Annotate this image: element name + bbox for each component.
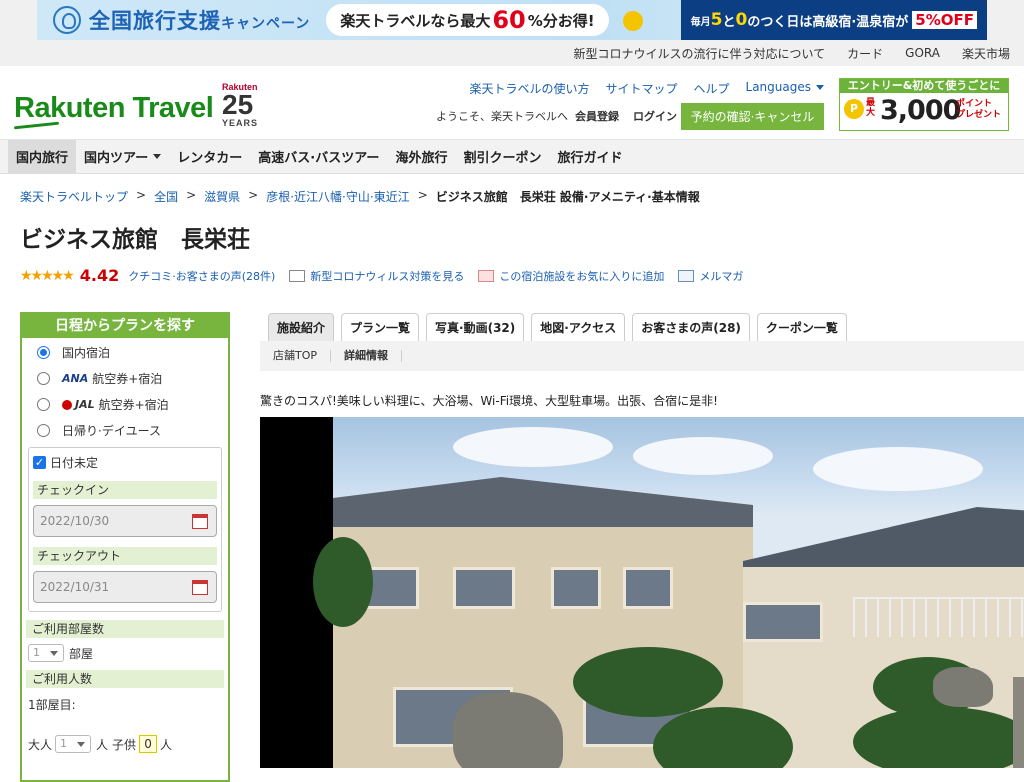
banner-discount-pill: 楽天トラベルなら最大 60 %分お得! <box>326 4 609 36</box>
rating-score: 4.42 <box>79 266 120 285</box>
checkin-label: チェックイン <box>33 481 217 499</box>
hotel-tagline: 驚きのコスパ!美味しい料理に、大浴場、Wi-Fi環境、大型駐車場。出張、合宿に是… <box>260 394 718 408</box>
register-link[interactable]: 会員登録 <box>575 108 619 124</box>
sidebar-title: 日程からプランを探す <box>22 314 228 338</box>
checkout-input[interactable]: 2022/10/31 <box>33 571 217 603</box>
mail-magazine-link[interactable]: メルマガ <box>699 268 743 284</box>
nav-domestic[interactable]: 国内旅行 <box>8 140 77 173</box>
travel-support-icon <box>53 6 81 34</box>
breadcrumb-national[interactable]: 全国 <box>154 188 178 205</box>
subnav-shop-top[interactable]: 店舗TOP <box>260 350 332 362</box>
site-header: Rakuten Travel Rakuten 25 YEARS 楽天トラベルの使… <box>0 66 1024 140</box>
banner-5-0-day: 毎月 5 と 0 のつく日は高級宿·温泉宿が 5%OFF <box>680 0 987 40</box>
nav-domestic-tour[interactable]: 国内ツアー <box>76 140 169 173</box>
rooms-select[interactable]: 1 <box>28 644 64 662</box>
radio-ana-stay[interactable]: ANA 航空券+宿泊 <box>22 365 228 391</box>
checkbox-checked-icon[interactable]: ✓ <box>33 456 46 469</box>
checkout-label: チェックアウト <box>33 547 217 565</box>
mail-icon <box>678 269 695 282</box>
radio-day-use[interactable]: 日帰り·デイユース <box>22 417 228 443</box>
calendar-icon[interactable] <box>192 514 208 529</box>
rooms-label: ご利用部屋数 <box>26 620 224 638</box>
ana-logo-icon: ANA <box>62 371 89 385</box>
checkin-input[interactable]: 2022/10/30 <box>33 505 217 537</box>
radio-button[interactable] <box>37 397 50 411</box>
campaign-banner-inner[interactable]: 全国旅行支援キャンペーン 楽天トラベルなら最大 60 %分お得! 毎月 5 と 0 のつく日… <box>37 0 987 40</box>
coin-icon <box>615 5 655 35</box>
room1-label: 1部屋目: <box>28 698 76 712</box>
tab-reviews[interactable]: お客さまの声(28) <box>632 313 750 341</box>
tab-plan-list[interactable]: プラン一覧 <box>341 313 420 341</box>
top-links: 新型コロナウイルスの流行に伴う対応について カード GORA 楽天市場 <box>0 40 1024 66</box>
radio-button[interactable] <box>37 371 50 385</box>
rakuten-travel-logo[interactable]: Rakuten Travel <box>14 92 214 125</box>
nav-coupon[interactable]: 割引クーポン <box>455 140 549 173</box>
plan-search-sidebar: 日程からプランを探す 国内宿泊 ANA 航空券+宿泊 JAL 航空券+宿泊 日帰り·… <box>20 312 230 782</box>
rooms-row: 1 部屋 <box>22 644 228 662</box>
jal-logo-icon: JAL <box>62 398 95 411</box>
date-box: ✓ 日付未定 チェックイン 2022/10/30 チェックアウト 2022/10/… <box>28 447 222 612</box>
breadcrumb-shiga[interactable]: 滋賀県 <box>204 188 240 205</box>
favorite-icon <box>478 269 495 282</box>
header-links: 楽天トラベルの使い方 サイトマップ ヘルプ Languages <box>453 80 824 97</box>
facility-tabs: 施設紹介 プラン一覧 写真·動画(32) 地図·アクセス お客さまの声(28) … <box>268 313 854 341</box>
points-promo-banner[interactable]: エントリー&初めて使うごとに P 最大 3,000 ポイント プレゼント <box>839 78 1009 131</box>
guests-row: 大人 1 人子供 0 人 <box>28 735 173 753</box>
breadcrumb-current: ビジネス旅館 長栄荘 設備·アメニティ·基本情報 <box>435 190 700 204</box>
covid-measures-link[interactable]: 新型コロナウィルス対策を見る <box>310 268 464 284</box>
covid-icon <box>289 269 306 282</box>
breadcrumb: 楽天トラベルトップ > 全国 > 滋賀県 > 彦根·近江八幡·守山·東近江 > ビジネス… <box>20 188 700 205</box>
rating-row: ★★★★★ 4.42 クチコミ·お客さまの声(28件) 新型コロナウィルス対策を… <box>20 266 743 285</box>
help-link[interactable]: ヘルプ <box>694 80 730 97</box>
banner-title: 全国旅行支援キャンペーン <box>89 9 311 33</box>
card-link[interactable]: カード <box>847 45 883 62</box>
tab-facility-intro[interactable]: 施設紹介 <box>268 313 335 341</box>
breadcrumb-area[interactable]: 彦根·近江八幡·守山·東近江 <box>266 188 409 205</box>
25-years-logo: Rakuten 25 YEARS <box>222 82 259 128</box>
reviews-link[interactable]: クチコミ·お客さまの声(28件) <box>128 268 275 284</box>
breadcrumb-top[interactable]: 楽天トラベルトップ <box>20 188 128 205</box>
how-to-use-link[interactable]: 楽天トラベルの使い方 <box>469 80 589 97</box>
nav-overseas[interactable]: 海外旅行 <box>387 140 455 173</box>
nav-guide[interactable]: 旅行ガイド <box>549 140 630 173</box>
campaign-banner[interactable]: 全国旅行支援キャンペーン 楽天トラベルなら最大 60 %分お得! 毎月 5 と 0 のつく日… <box>0 0 1024 40</box>
hotel-photo[interactable] <box>260 417 1024 768</box>
tab-coupons[interactable]: クーポン一覧 <box>756 313 847 341</box>
welcome-text: ようこそ、楽天トラベルへ <box>436 110 568 123</box>
ichiba-link[interactable]: 楽天市場 <box>962 45 1010 62</box>
tab-map[interactable]: 地図·アクセス <box>531 313 626 341</box>
radio-button[interactable] <box>37 345 50 359</box>
nav-rentacar[interactable]: レンタカー <box>169 140 250 173</box>
radio-domestic-stay[interactable]: 国内宿泊 <box>22 339 228 365</box>
nav-bus[interactable]: 高速バス·バスツアー <box>250 140 387 173</box>
radio-jal-stay[interactable]: JAL 航空券+宿泊 <box>22 391 228 417</box>
add-favorite-link[interactable]: この宿泊施設をお気に入りに追加 <box>499 268 664 284</box>
radio-button[interactable] <box>37 423 50 437</box>
adult-select[interactable]: 1 <box>55 735 92 753</box>
login-link[interactable]: ログイン <box>633 108 677 124</box>
sub-nav: 店舗TOP 詳細情報 <box>260 341 1024 371</box>
covid-notice-link[interactable]: 新型コロナウイルスの流行に伴う対応について <box>574 45 826 62</box>
hotel-exterior-image <box>313 417 1024 768</box>
gora-link[interactable]: GORA <box>905 46 940 60</box>
star-rating: ★★★★★ <box>20 267 75 284</box>
subnav-details[interactable]: 詳細情報 <box>331 350 403 362</box>
reservation-check-button[interactable]: 予約の確認·キャンセル <box>681 103 824 130</box>
main-nav: 国内旅行 国内ツアー レンタカー 高速バス·バスツアー 海外旅行 割引クーポン … <box>0 140 1024 174</box>
calendar-icon[interactable] <box>192 580 208 595</box>
date-undecided-checkbox[interactable]: ✓ 日付未定 <box>33 454 217 471</box>
point-coin-icon: P <box>844 99 864 119</box>
sitemap-link[interactable]: サイトマップ <box>605 80 677 97</box>
hotel-title: ビジネス旅館 長栄荘 <box>20 227 250 253</box>
child-count[interactable]: 0 <box>139 735 158 753</box>
tab-photos[interactable]: 写真·動画(32) <box>426 313 525 341</box>
languages-dropdown[interactable]: Languages <box>746 80 824 97</box>
guests-label: ご利用人数 <box>26 670 224 688</box>
